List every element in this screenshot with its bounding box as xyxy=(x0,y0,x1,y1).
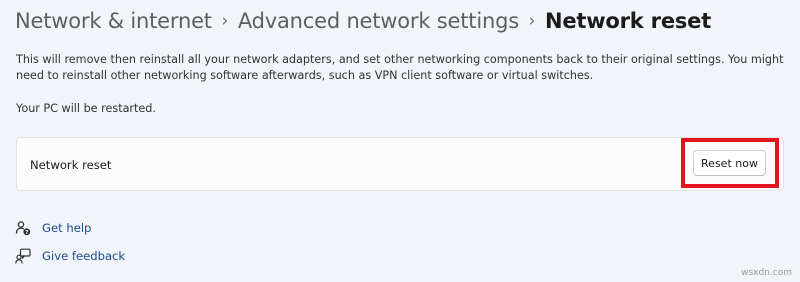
page-title: Network reset xyxy=(544,9,712,33)
give-feedback-link[interactable]: Give feedback xyxy=(15,247,125,265)
red-highlight-box: Reset now xyxy=(681,138,779,188)
feedback-icon xyxy=(15,248,31,264)
restart-note: Your PC will be restarted. xyxy=(16,102,156,115)
get-help-label[interactable]: Get help xyxy=(42,221,91,235)
breadcrumb-network-internet[interactable]: Network & internet xyxy=(15,9,212,33)
give-feedback-label[interactable]: Give feedback xyxy=(42,249,125,263)
breadcrumb-separator-icon: › xyxy=(528,11,536,31)
network-reset-card: Network reset xyxy=(16,137,784,191)
network-reset-label: Network reset xyxy=(30,158,112,172)
breadcrumb-separator-icon: › xyxy=(221,11,229,31)
svg-text:?: ? xyxy=(25,230,28,236)
help-person-icon: ? xyxy=(15,220,31,236)
breadcrumb: Network & internet › Advanced network sett… xyxy=(15,6,711,36)
get-help-link[interactable]: ? Get help xyxy=(15,219,91,237)
reset-now-button[interactable]: Reset now xyxy=(693,150,766,176)
breadcrumb-advanced-network-settings[interactable]: Advanced network settings xyxy=(238,9,519,33)
watermark: wsxdn.com xyxy=(741,268,792,278)
reset-description: This will remove then reinstall all your… xyxy=(16,53,784,82)
